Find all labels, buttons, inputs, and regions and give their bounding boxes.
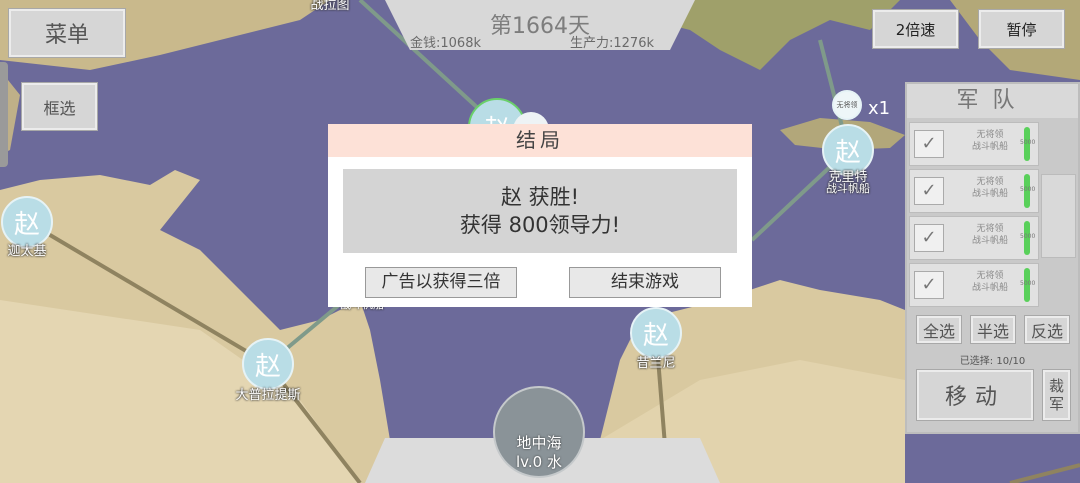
victory-line: 赵 获胜! — [500, 185, 580, 209]
pause-button[interactable]: 暂停 — [978, 9, 1065, 49]
unit-type: 战斗帆船 — [971, 189, 1008, 199]
production-stat: 生产力:1276k — [570, 36, 654, 51]
side-drawer-handle[interactable] — [0, 62, 8, 167]
dialog-title: 结局 — [328, 124, 752, 157]
unit-row[interactable]: ✓ 无将领 战斗帆船 5000 — [909, 169, 1039, 213]
unit-general: 无将领 — [976, 271, 1004, 281]
select-invert-button[interactable]: 反选 — [1024, 315, 1070, 344]
unit-multiplier: x1 — [868, 98, 891, 119]
unit-hp: 5000 — [1020, 233, 1036, 240]
city-label-carthage: 迦太基 — [7, 244, 47, 259]
speed-button[interactable]: 2倍速 — [872, 9, 959, 49]
army-title: 军队 — [907, 84, 1078, 118]
unit-type: 战斗帆船 — [971, 142, 1008, 152]
unit-general: 无将领 — [976, 130, 1004, 140]
menu-button[interactable]: 菜单 — [8, 8, 126, 58]
move-button[interactable]: 移动 — [916, 369, 1034, 421]
disband-button[interactable]: 裁军 — [1042, 369, 1071, 421]
status-bar: 第1664天 金钱:1068k 生产力:1276k — [385, 0, 695, 51]
unit-row[interactable]: ✓ 无将领 战斗帆船 5000 — [909, 122, 1039, 166]
result-dialog: 结局 赵 获胜! 获得 800领导力! 广告以获得三倍 结束游戏 — [328, 124, 752, 307]
region-name: 地中海 — [516, 434, 562, 452]
select-all-button[interactable]: 全选 — [916, 315, 962, 344]
disband-label: 裁军 — [1048, 377, 1064, 413]
unit-checkbox[interactable]: ✓ — [914, 271, 944, 299]
unit-row[interactable]: ✓ 无将领 战斗帆船 5000 — [909, 263, 1039, 307]
select-half-button[interactable]: 半选 — [970, 315, 1016, 344]
unit-type: 战斗帆船 — [971, 283, 1008, 293]
unit-checkbox[interactable]: ✓ — [914, 224, 944, 252]
city-label-leptis: 大普拉提斯 — [235, 388, 301, 403]
unit-row[interactable]: ✓ 无将领 战斗帆船 5000 — [909, 216, 1039, 260]
army-scrollbar[interactable] — [1041, 174, 1076, 258]
box-select-button[interactable]: 框选 — [21, 82, 98, 131]
top-city-label: 战拉图 — [310, 0, 350, 13]
city-node-leptis[interactable]: 赵 — [242, 338, 294, 390]
unit-checkbox[interactable]: ✓ — [914, 130, 944, 158]
region-level: lv.0 水 — [516, 453, 562, 471]
unit-checkbox[interactable]: ✓ — [914, 177, 944, 205]
region-node-mediterranean[interactable]: 地中海 lv.0 水 — [493, 386, 585, 478]
dialog-message: 赵 获胜! 获得 800领导力! — [343, 169, 737, 253]
ad-triple-button[interactable]: 广告以获得三倍 — [365, 267, 517, 298]
money-stat: 金钱:1068k — [410, 36, 481, 51]
unit-general: 无将领 — [976, 177, 1004, 187]
unit-type: 战斗帆船 — [971, 236, 1008, 246]
army-panel: 军队 ✓ 无将领 战斗帆船 5000 ✓ 无将领 战斗帆船 5000 ✓ 无将领… — [905, 82, 1080, 434]
end-game-button[interactable]: 结束游戏 — [569, 267, 721, 298]
selected-count: 已选择: 10/10 — [959, 356, 1026, 367]
reward-line: 获得 800领导力! — [459, 213, 621, 237]
city-label-cyrene: 昔兰尼 — [636, 356, 676, 371]
unit-general: 无将领 — [976, 224, 1004, 234]
crete-unit-label: 战斗帆船 — [826, 182, 870, 195]
unit-hp: 5000 — [1020, 280, 1036, 287]
unit-hp: 5000 — [1020, 186, 1036, 193]
unit-hp: 5000 — [1020, 139, 1036, 146]
general-token[interactable]: 无将领 — [832, 90, 862, 120]
